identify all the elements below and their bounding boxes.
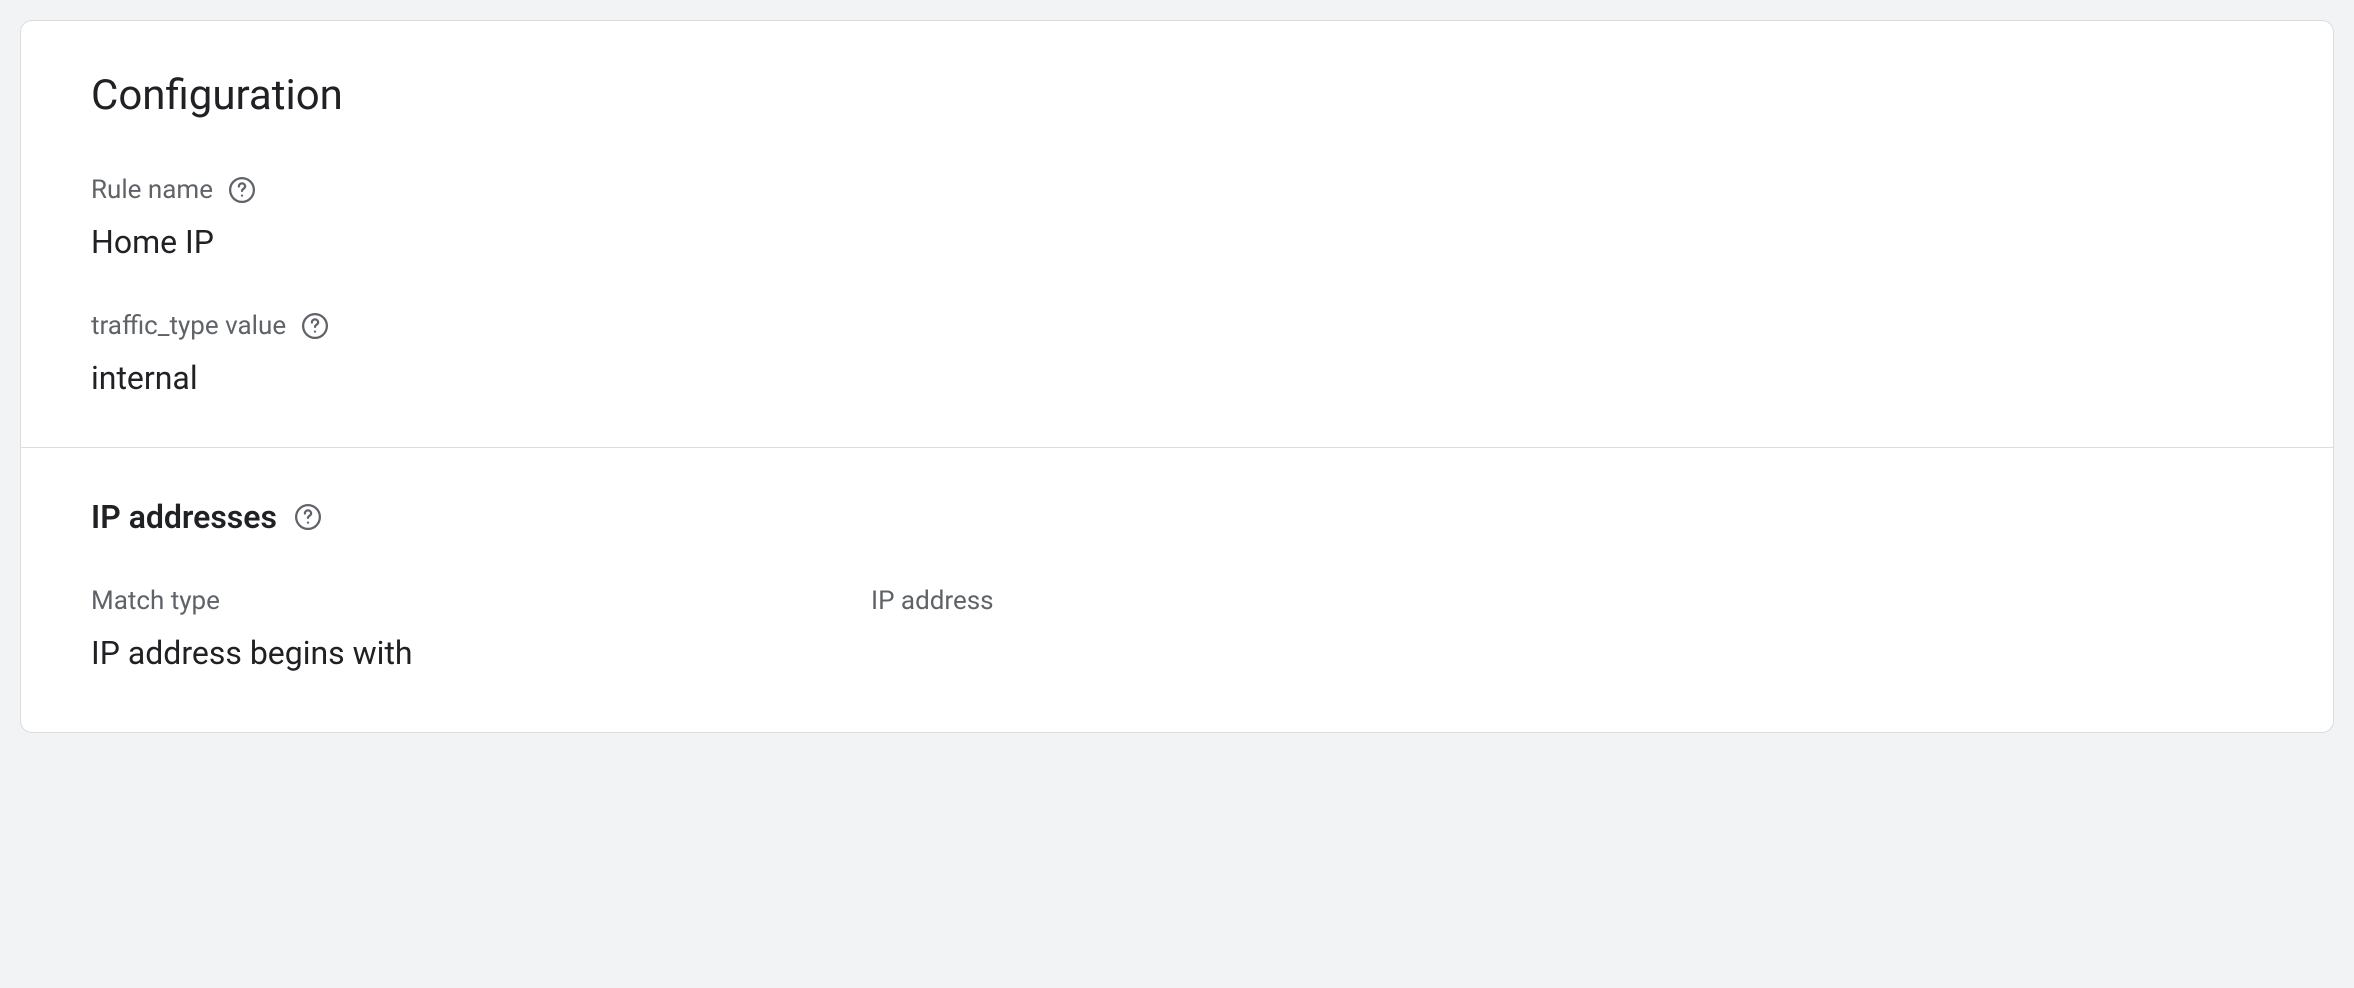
ip-addresses-heading: IP addresses [91,498,277,536]
ip-address-label: IP address [871,586,1591,616]
ip-columns: Match type IP address begins with IP add… [91,586,2263,672]
section-divider [21,447,2333,448]
rule-name-label: Rule name [91,175,213,205]
rule-name-value: Home IP [91,223,2263,261]
help-icon[interactable] [227,175,257,205]
ip-address-column: IP address [871,586,1591,672]
rule-name-field: Rule name Home IP [91,175,2263,261]
configuration-card: Configuration Rule name Home IP traffic_… [20,20,2334,733]
rule-name-label-row: Rule name [91,175,2263,205]
match-type-column: Match type IP address begins with [91,586,811,672]
card-title: Configuration [91,71,2263,120]
traffic-type-label: traffic_type value [91,311,286,341]
match-type-value: IP address begins with [91,634,811,672]
traffic-type-value: internal [91,359,2263,397]
match-type-label: Match type [91,586,811,616]
ip-addresses-heading-row: IP addresses [91,498,2263,536]
traffic-type-field: traffic_type value internal [91,311,2263,397]
help-icon[interactable] [293,502,323,532]
traffic-type-label-row: traffic_type value [91,311,2263,341]
help-icon[interactable] [300,311,330,341]
